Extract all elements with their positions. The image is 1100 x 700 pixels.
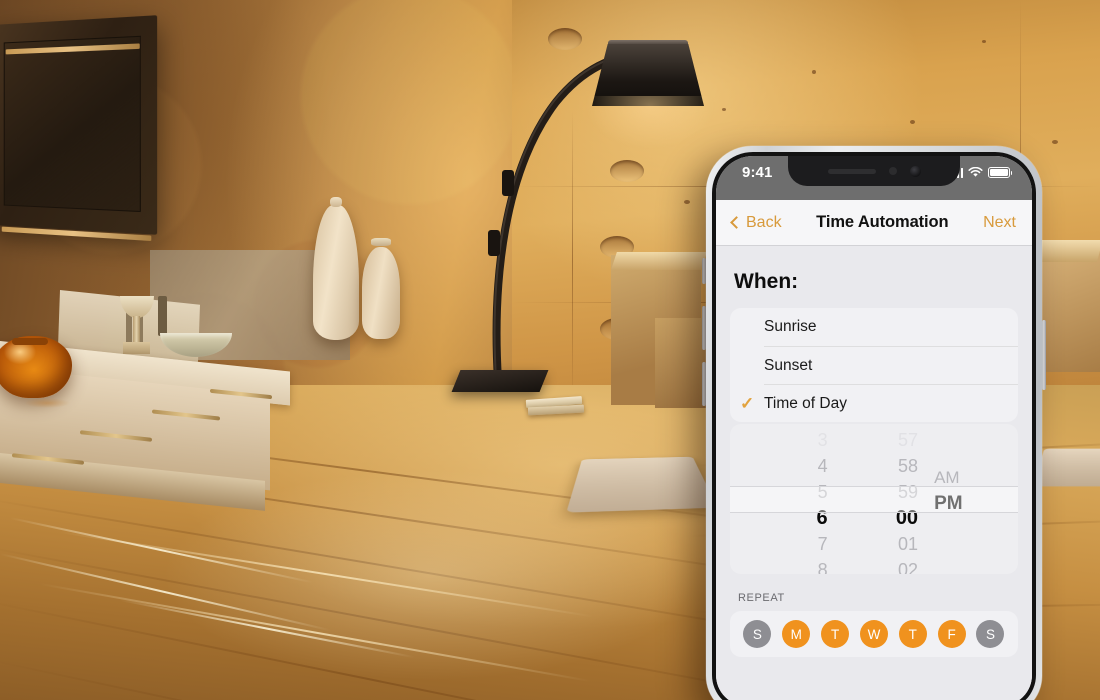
chevron-left-icon (730, 216, 743, 229)
page-title: Time Automation (816, 213, 949, 231)
repeat-day-monday[interactable]: M (782, 620, 811, 648)
hour-item[interactable]: 4 (818, 453, 828, 479)
minute-item[interactable]: 59 (898, 479, 918, 505)
next-button[interactable]: Next (983, 214, 1016, 232)
proximity-sensor-icon (888, 167, 897, 175)
hour-item[interactable]: 8 (818, 557, 828, 574)
period-item-selected[interactable]: PM (934, 491, 963, 517)
phone-screen: 9:41 Back Time Automation Next When: Sun… (716, 156, 1032, 700)
hour-wheel[interactable]: 3 4 5 6 7 8 9 (730, 424, 834, 574)
repeat-days-card: S M T W T F S (730, 611, 1018, 657)
orange-glass-vase (0, 336, 72, 398)
option-label: Sunrise (764, 318, 817, 335)
repeat-day-thursday[interactable]: T (898, 620, 927, 648)
navigation-bar: Back Time Automation Next (716, 200, 1032, 246)
repeat-day-saturday[interactable]: S (976, 620, 1005, 648)
hour-item-selected[interactable]: 6 (817, 505, 828, 531)
device-notch (788, 156, 960, 186)
shag-rug (566, 456, 718, 513)
checkmark-icon: ✓ (740, 393, 755, 413)
cork-furniture-right (1038, 252, 1100, 372)
ceramic-vase-short (362, 238, 400, 339)
scene-background: 9:41 Back Time Automation Next When: Sun… (0, 0, 1100, 700)
repeat-section-label: REPEAT (738, 592, 785, 604)
vase-reflection (14, 396, 80, 410)
repeat-day-tuesday[interactable]: T (821, 620, 850, 648)
back-button-label: Back (746, 213, 782, 231)
hour-item[interactable]: 5 (818, 479, 828, 505)
option-row-time-of-day[interactable]: ✓ Time of Day (730, 384, 1018, 422)
decor-goblet-stem (133, 316, 140, 344)
smartphone-device: 9:41 Back Time Automation Next When: Sun… (706, 146, 1042, 700)
when-options-card: Sunrise Sunset ✓ Time of Day (730, 308, 1018, 422)
repeat-day-friday[interactable]: F (937, 620, 966, 648)
minute-item[interactable]: 01 (898, 531, 918, 557)
minute-wheel[interactable]: 57 58 59 00 01 02 03 (834, 424, 920, 574)
status-bar: 9:41 (716, 156, 1032, 200)
repeat-day-wednesday[interactable]: W (859, 620, 888, 648)
period-item[interactable]: AM (934, 465, 960, 491)
wall-tv-panel (0, 15, 158, 242)
ceramic-vase-tall (313, 197, 359, 340)
minute-item[interactable]: 58 (898, 453, 918, 479)
hour-item[interactable]: 7 (818, 531, 828, 557)
decor-goblet-foot (123, 342, 150, 354)
front-camera-icon (909, 165, 921, 177)
wifi-icon (968, 167, 983, 177)
option-label: Time of Day (764, 394, 847, 412)
period-wheel[interactable]: AM PM (920, 424, 1018, 574)
back-button[interactable]: Back (730, 213, 782, 232)
option-row-sunset[interactable]: Sunset (730, 346, 1018, 384)
cork-bench-top (611, 252, 707, 270)
hour-item[interactable]: 3 (818, 427, 828, 453)
screen-content: When: Sunrise Sunset ✓ Time of Day 3 4 5… (716, 246, 1032, 700)
status-bar-clock: 9:41 (742, 164, 773, 181)
option-row-sunrise[interactable]: Sunrise (730, 308, 1018, 346)
tv-screen (3, 35, 141, 213)
time-picker[interactable]: 3 4 5 6 7 8 9 57 58 59 (730, 424, 1018, 574)
minute-item[interactable]: 57 (898, 427, 918, 453)
phone-power-button[interactable] (1042, 320, 1046, 390)
repeat-day-sunday[interactable]: S (743, 620, 772, 648)
minute-item-selected[interactable]: 00 (896, 505, 918, 531)
phone-bezel: 9:41 Back Time Automation Next When: Sun… (712, 152, 1036, 700)
battery-full-icon (988, 167, 1013, 178)
minute-item[interactable]: 02 (898, 557, 918, 574)
earpiece-speaker-icon (827, 168, 876, 174)
section-heading: When: (734, 270, 799, 293)
lamp-base (451, 370, 549, 392)
option-label: Sunset (764, 356, 813, 374)
